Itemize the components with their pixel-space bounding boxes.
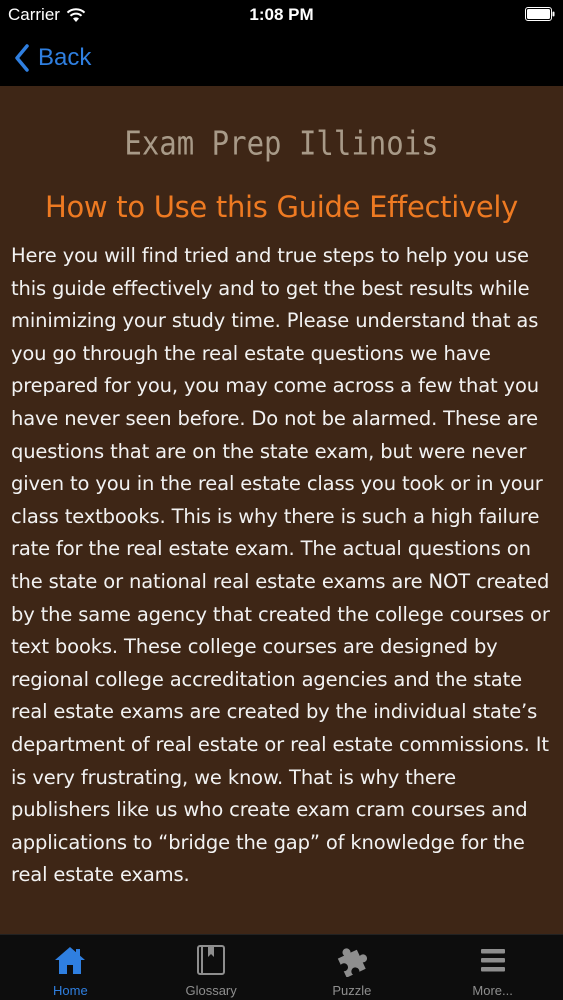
guide-heading: How to Use this Guide Effectively	[44, 190, 518, 224]
book-icon	[197, 945, 226, 975]
chevron-left-icon	[15, 44, 29, 72]
navigation-bar: Back	[0, 30, 563, 86]
status-time: 1:08 PM	[249, 5, 314, 24]
back-label: Back	[38, 44, 92, 71]
tab-puzzle-label: Puzzle	[332, 983, 372, 998]
guide-body-text: Here you will find tried and true steps …	[11, 244, 550, 887]
status-bar: Carrier 1:08 PM	[0, 0, 563, 30]
puzzle-icon	[337, 948, 367, 977]
tab-more[interactable]: More...	[422, 935, 563, 1000]
tab-bar: Home Glossary Puzzle More...	[0, 934, 563, 1000]
battery-icon	[525, 7, 555, 21]
app-title: Exam Prep Illinois	[124, 123, 439, 163]
tab-glossary-label: Glossary	[185, 983, 237, 998]
menu-icon	[480, 949, 505, 972]
back-button[interactable]: Back	[14, 40, 91, 76]
tab-glossary[interactable]: Glossary	[141, 935, 282, 1000]
guide-content[interactable]: Exam Prep Illinois How to Use this Guide…	[0, 86, 563, 934]
app-screen: Carrier 1:08 PM Back Exam Prep Illinois …	[0, 0, 563, 1000]
tab-home-label: Home	[53, 983, 88, 998]
tab-more-label: More...	[472, 983, 513, 998]
home-icon	[55, 947, 86, 974]
tab-puzzle[interactable]: Puzzle	[282, 935, 423, 1000]
tab-home[interactable]: Home	[0, 935, 141, 1000]
